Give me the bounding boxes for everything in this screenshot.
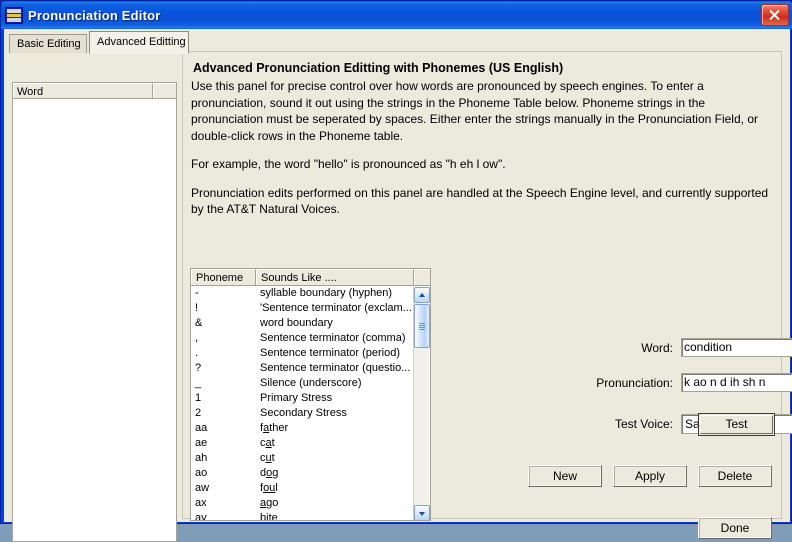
scrollbar-thumb[interactable]	[414, 304, 430, 348]
delete-button[interactable]: Delete	[698, 465, 772, 487]
done-button[interactable]: Done	[698, 517, 772, 539]
sounds-like-cell: syllable boundary (hyphen)	[260, 287, 393, 299]
sounds-like-cell: cut	[260, 452, 275, 464]
test-button-label: Test	[725, 417, 748, 431]
tab-advanced-editing-label: Advanced Editting	[97, 36, 186, 48]
description-paragraph-3: Pronunciation edits performed on this pa…	[191, 185, 769, 217]
phoneme-cell: ax	[195, 497, 207, 509]
scroll-up-arrow-icon[interactable]	[414, 287, 430, 303]
pronunciation-field-row: Pronunciation: k ao n d ih sh n	[483, 373, 792, 392]
sounds-like-cell: father	[260, 422, 289, 434]
phoneme-cell: aw	[195, 482, 210, 494]
phoneme-cell: 1	[195, 392, 202, 404]
pronunciation-input[interactable]: k ao n d ih sh n	[681, 373, 792, 392]
new-button[interactable]: New	[528, 465, 602, 487]
pronunciation-editor-window: Pronunciation Editor Basic Editing Advan…	[0, 0, 792, 542]
tab-basic-editing-label: Basic Editing	[17, 38, 81, 50]
word-list-header: Word	[13, 83, 176, 99]
phoneme-table-rows[interactable]: - syllable boundary (hyphen)! 'Sentence te…	[191, 286, 430, 520]
table-row[interactable]: & word boundary	[191, 316, 430, 331]
description-paragraph-2: For example, the word "hello" is pronoun…	[191, 157, 506, 171]
word-field-row: Word: condition	[483, 338, 792, 357]
word-field-label: Word:	[641, 340, 673, 355]
pronunciation-field-label: Pronunciation:	[596, 375, 673, 390]
table-row[interactable]: aw foul	[191, 481, 430, 496]
sounds-like-cell: Sentence terminator (period)	[260, 347, 401, 359]
phoneme-cell: !	[195, 302, 199, 314]
phoneme-cell: 2	[195, 407, 202, 419]
table-row[interactable]: ao dog	[191, 466, 430, 481]
new-button-label: New	[552, 468, 577, 483]
sounds-like-cell: Secondary Stress	[260, 407, 347, 419]
test-voice-label: Test Voice:	[614, 417, 673, 431]
phoneme-cell: _	[195, 377, 202, 389]
phoneme-table-column-phoneme[interactable]: Phoneme	[191, 269, 256, 285]
phoneme-cell: &	[195, 317, 203, 329]
delete-button-label: Delete	[717, 468, 753, 483]
phoneme-cell: aa	[195, 422, 208, 434]
title-bar[interactable]: Pronunciation Editor	[1, 1, 792, 29]
sounds-like-cell: word boundary	[260, 317, 333, 329]
sounds-like-cell: cat	[260, 437, 275, 449]
word-list-body[interactable]	[13, 99, 176, 541]
sounds-like-cell: bite	[260, 512, 278, 520]
phoneme-cell: ay	[195, 512, 207, 520]
scroll-down-arrow-icon[interactable]	[414, 505, 430, 520]
sounds-like-cell: Sentence terminator (comma)	[260, 332, 406, 344]
phoneme-cell: ao	[195, 467, 208, 479]
table-row[interactable]: ae cat	[191, 436, 430, 451]
phoneme-table[interactable]: Phoneme Sounds Like .... - syllable bound…	[190, 268, 431, 521]
apply-button-label: Apply	[634, 468, 666, 483]
phoneme-cell: ,	[195, 332, 199, 344]
table-row[interactable]: - syllable boundary (hyphen)	[191, 286, 430, 301]
table-row[interactable]: 2 Secondary Stress	[191, 406, 430, 421]
tab-advanced-editing[interactable]: Advanced Editting	[89, 31, 189, 54]
word-list-column-word[interactable]: Word	[13, 83, 153, 98]
description-paragraph-1: Use this panel for precise control over …	[191, 79, 758, 143]
word-input[interactable]: condition	[681, 338, 792, 357]
table-row[interactable]: , Sentence terminator (comma)	[191, 331, 430, 346]
table-row[interactable]: _ Silence (underscore)	[191, 376, 430, 391]
description-block: Advanced Pronunciation Editting with Pho…	[191, 60, 774, 218]
sounds-like-cell: Silence (underscore)	[260, 377, 362, 389]
table-row[interactable]: ax ago	[191, 496, 430, 511]
table-row[interactable]: ! 'Sentence terminator (exclam...	[191, 301, 430, 316]
word-list-column-filler	[153, 83, 176, 98]
table-row[interactable]: ? Sentence terminator (questio...	[191, 361, 430, 376]
window-title: Pronunciation Editor	[28, 7, 161, 23]
table-row[interactable]: aa father	[191, 421, 430, 436]
phoneme-table-column-sounds-like[interactable]: Sounds Like ....	[256, 269, 414, 285]
sounds-like-cell: foul	[260, 482, 278, 494]
phoneme-table-scrollbar[interactable]	[413, 287, 430, 520]
sounds-like-cell: 'Sentence terminator (exclam...	[260, 302, 412, 314]
table-row[interactable]: ah cut	[191, 451, 430, 466]
app-icon	[5, 6, 23, 24]
client-area: Basic Editing Advanced Editting Word Adv…	[4, 29, 792, 542]
tab-basic-editing[interactable]: Basic Editing	[9, 34, 87, 53]
phoneme-cell: ?	[195, 362, 202, 374]
sounds-like-cell: Sentence terminator (questio...	[260, 362, 411, 374]
table-row-partial[interactable]: ay bite	[191, 511, 430, 520]
apply-button[interactable]: Apply	[613, 465, 687, 487]
sounds-like-cell: dog	[260, 467, 279, 479]
test-button[interactable]: Test	[698, 413, 775, 436]
sounds-like-cell: Primary Stress	[260, 392, 333, 404]
done-button-label: Done	[720, 520, 750, 535]
phoneme-cell: .	[195, 347, 199, 359]
table-row[interactable]: . Sentence terminator (period)	[191, 346, 430, 361]
phoneme-table-column-filler	[414, 269, 430, 285]
phoneme-cell: ae	[195, 437, 208, 449]
phoneme-cell: ah	[195, 452, 208, 464]
tab-strip: Basic Editing Advanced Editting	[9, 31, 785, 54]
phoneme-cell: -	[195, 287, 199, 299]
close-icon[interactable]	[761, 4, 789, 26]
phoneme-table-header: Phoneme Sounds Like ....	[191, 269, 430, 286]
panel-heading: Advanced Pronunciation Editting with Pho…	[193, 61, 564, 75]
table-row[interactable]: 1 Primary Stress	[191, 391, 430, 406]
advanced-editing-panel: Advanced Pronunciation Editting with Pho…	[182, 51, 792, 539]
sounds-like-cell: ago	[260, 497, 279, 509]
word-list[interactable]: Word	[12, 82, 177, 542]
